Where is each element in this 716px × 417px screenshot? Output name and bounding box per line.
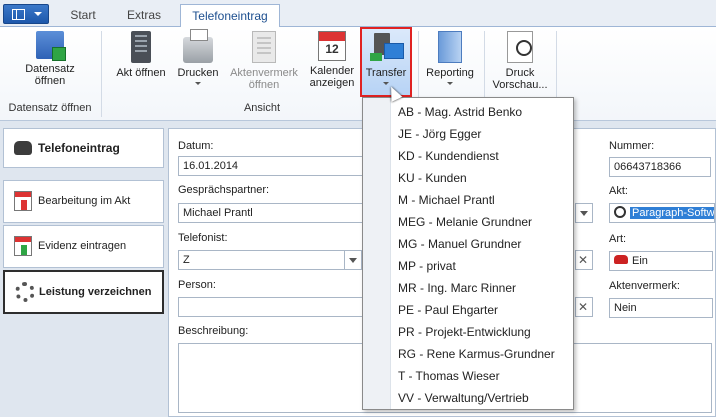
report-book-icon [438,31,462,63]
group-label-datensatz: Datensatz öffnen [8,102,92,114]
aktenvermerk-label: Aktenvermerk: [609,280,680,292]
transfer-menu-item[interactable]: KD - Kundendienst [398,145,499,167]
telephone-icon [14,141,32,155]
main-area: Telefoneintrag Bearbeitung im Akt Eviden… [0,121,716,417]
telefonist-label: Telefonist: [178,232,228,244]
transfer-menu-item[interactable]: T - Thomas Wieser [398,365,500,387]
nummer-field[interactable]: 06643718366 [609,157,711,177]
telephone-icon [614,255,628,264]
aktenvermerk-oeffnen-label: Aktenvermerk öffnen [230,67,298,91]
chevron-down-icon [195,82,201,85]
app-menu-button[interactable] [3,4,49,24]
drucken-button[interactable]: Drucken [174,29,222,101]
printer-icon [183,29,213,63]
reporting-button[interactable]: Reporting [422,29,478,101]
sidebar-header-label: Telefoneintrag [38,141,120,155]
nummer-label: Nummer: [609,140,655,152]
sidebar: Telefoneintrag Bearbeitung im Akt Eviden… [3,128,164,411]
chevron-down-icon [34,12,42,16]
transfer-menu-item[interactable]: RG - Rene Karmus-Grundner [398,343,555,365]
magnifier-icon [614,206,626,218]
print-preview-icon [507,31,533,63]
transfer-menu-item[interactable]: M - Michael Prantl [398,189,495,211]
arrow-icon [370,53,382,61]
transfer-button[interactable]: Transfer [360,27,412,97]
datensatz-oeffnen-label: Datensatz öffnen [25,63,75,87]
person-field[interactable] [178,297,368,317]
gespraechspartner-label: Gesprächspartner: [178,184,270,196]
tab-extras[interactable]: Extras [116,4,172,27]
sidebar-item-label: Bearbeitung im Akt [38,195,131,207]
aktenvermerk-field[interactable]: Nein [609,298,713,318]
transfer-menu-item[interactable]: MP - privat [398,255,456,277]
calendar-arrow-icon [14,191,32,211]
akt-label: Akt: [609,185,628,197]
chevron-down-icon [580,211,588,216]
transfer-menu-item[interactable]: VV - Verwaltung/Vertrieb [398,387,529,409]
transfer-menu-item[interactable]: PR - Projekt-Entwicklung [398,321,531,343]
tab-start[interactable]: Start [60,4,106,27]
calendar-day: 12 [325,42,339,56]
clear-button[interactable]: ✕ [575,297,593,317]
person-label: Person: [178,279,216,291]
telefonist-field[interactable]: Z [178,250,362,270]
kalender-anzeigen-button[interactable]: 12 Kalender anzeigen [306,29,358,101]
transfer-label: Transfer [365,67,407,79]
transfer-menu-item[interactable]: PE - Paul Ehgarter [398,299,498,321]
akt-oeffnen-label: Akt öffnen [116,67,166,79]
ribbon-tabstrip: Start Extras Telefoneintrag [0,0,716,28]
telefonist-dropdown[interactable] [344,250,362,270]
gespraechspartner-field[interactable]: Michael Prantl [178,203,368,223]
note-document-icon [252,31,276,63]
transfer-dropdown-menu: AB - Mag. Astrid Benko JE - Jörg Egger KD … [362,97,574,410]
tab-telefoneintrag[interactable]: Telefoneintrag [180,4,280,28]
chevron-down-icon [447,82,453,85]
transfer-menu-item[interactable]: JE - Jörg Egger [398,123,481,145]
sidebar-header: Telefoneintrag [3,128,164,168]
menu-gutter [363,98,391,409]
reporting-label: Reporting [426,67,474,79]
folder-document-icon [131,31,151,63]
datensatz-oeffnen-button[interactable]: Datensatz öffnen [8,29,92,101]
transfer-menu-item[interactable]: KU - Kunden [398,167,467,189]
art-label: Art: [609,233,627,245]
datum-label: Datum: [178,140,214,152]
telefonist-value: Z [183,254,190,266]
calendar-add-icon [14,236,32,256]
sidebar-item-evidenz[interactable]: Evidenz eintragen [3,225,164,268]
akt-oeffnen-button[interactable]: Akt öffnen [110,29,172,101]
akt-value: Paragraph-Softw [630,207,715,219]
sidebar-item-leistung[interactable]: Leistung verzeichnen [3,270,164,314]
app-menu-icon [12,9,25,20]
calendar-icon: 12 [318,31,346,61]
druck-vorschau-label: Druck Vorschau... [492,67,548,91]
akt-field[interactable]: Paragraph-Softw [609,203,715,223]
clear-button[interactable]: ✕ [575,250,593,270]
ribbon-separator [101,31,102,117]
chevron-down-icon [383,82,389,85]
transfer-menu-item[interactable]: MG - Manuel Grundner [398,233,521,255]
aktenvermerk-oeffnen-button[interactable]: Aktenvermerk öffnen [226,29,302,101]
art-value: Ein [632,255,648,267]
datensatz-icon [36,31,66,61]
transfer-menu-item[interactable]: MEG - Melanie Grundner [398,211,532,233]
druck-vorschau-button[interactable]: Druck Vorschau... [490,29,550,101]
close-icon: ✕ [577,300,589,314]
sidebar-item-label: Leistung verzeichnen [39,286,152,298]
drucken-label: Drucken [177,67,219,79]
datum-field[interactable]: 16.01.2014 [178,156,368,176]
beschreibung-label: Beschreibung: [178,325,249,337]
gespraechspartner-dropdown[interactable] [575,203,593,223]
gear-icon [15,282,35,302]
kalender-anzeigen-label: Kalender anzeigen [309,65,355,89]
sidebar-item-bearbeitung[interactable]: Bearbeitung im Akt [3,180,164,223]
transfer-icon [370,31,404,63]
chevron-down-icon [349,258,357,263]
sidebar-item-label: Evidenz eintragen [38,240,127,252]
transfer-menu-item[interactable]: MR - Ing. Marc Rinner [398,277,516,299]
close-icon: ✕ [577,253,589,267]
ribbon: Datensatz öffnen Datensatz öffnen Akt öf… [0,27,716,121]
art-field[interactable]: Ein [609,251,713,271]
transfer-menu-item[interactable]: AB - Mag. Astrid Benko [398,101,522,123]
